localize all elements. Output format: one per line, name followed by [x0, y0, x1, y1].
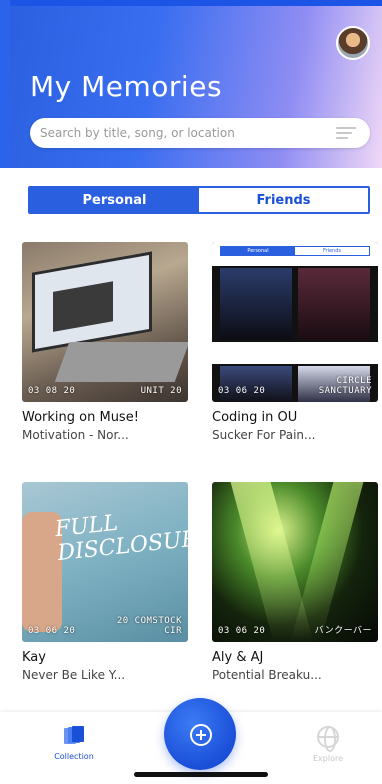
memory-title: Kay [22, 650, 46, 665]
page-title: My Memories [30, 70, 223, 103]
memory-location: バンクーバー [314, 626, 372, 636]
collection-icon [64, 726, 84, 746]
status-bar [0, 0, 382, 6]
collection-tabs: Personal Friends [28, 186, 370, 214]
memory-thumbnail[interactable]: 03 08 20 UNIT 20 [22, 242, 188, 402]
memory-card[interactable]: FULL DISCLOSURE 03 06 20 20 COMSTOCK CIR… [22, 482, 188, 682]
nav-explore-label: Explore [312, 754, 344, 763]
memory-location: 20 COMSTOCK CIR [116, 616, 182, 636]
nav-explore[interactable]: Explore [298, 726, 358, 763]
memory-title: Working on Muse! [22, 410, 139, 425]
memory-song: Sucker For Pain... [212, 428, 316, 442]
tab-personal[interactable]: Personal [30, 188, 199, 212]
memory-card[interactable]: 03 08 20 UNIT 20 Working on Muse! Motiva… [22, 242, 188, 442]
memory-card[interactable]: Personal Friends 03 06 20 CIRCLE SANCTUA… [212, 242, 378, 442]
nested-photo [298, 268, 370, 340]
memory-location: UNIT 20 [140, 386, 182, 396]
memory-card[interactable]: 03 06 20 バンクーバー Aly & AJ Potential Break… [212, 482, 378, 682]
nested-photo [220, 268, 292, 340]
stage-light [290, 482, 364, 642]
avatar[interactable] [336, 26, 370, 60]
laptop-keyboard [54, 342, 188, 382]
header: My Memories [0, 0, 382, 168]
laptop-screen [32, 251, 152, 353]
memory-date: 03 06 20 [218, 386, 266, 396]
memory-thumbnail[interactable]: 03 06 20 バンクーバー [212, 482, 378, 642]
nested-tab-personal: Personal [221, 247, 295, 255]
nested-tab-friends: Friends [295, 247, 369, 255]
memory-thumbnail[interactable]: FULL DISCLOSURE 03 06 20 20 COMSTOCK CIR [22, 482, 188, 642]
search-input[interactable] [40, 126, 320, 140]
memory-song: Motivation - Nor... [22, 428, 129, 442]
memory-date: 03 08 20 [28, 386, 76, 396]
filter-icon[interactable] [336, 127, 356, 139]
nested-tabs: Personal Friends [220, 246, 370, 256]
memory-thumbnail[interactable]: Personal Friends 03 06 20 CIRCLE SANCTUA… [212, 242, 378, 402]
add-memory-button[interactable] [164, 698, 236, 770]
plus-icon [190, 724, 212, 746]
memory-date: 03 06 20 [28, 626, 76, 636]
book-cover-text: FULL DISCLOSURE [53, 510, 188, 567]
memory-location: CIRCLE SANCTUARY [318, 376, 372, 396]
header-edge [0, 0, 10, 168]
home-indicator [134, 772, 268, 777]
memory-title: Aly & AJ [212, 650, 264, 665]
search-bar[interactable] [30, 118, 370, 148]
memory-song: Never Be Like Y... [22, 668, 126, 682]
globe-icon [317, 726, 339, 752]
nav-collection-label: Collection [54, 752, 94, 761]
nested-photo [220, 366, 292, 402]
tab-friends[interactable]: Friends [199, 188, 368, 212]
memory-date: 03 06 20 [218, 626, 266, 636]
nav-collection[interactable]: Collection [44, 726, 104, 761]
memory-song: Potential Breaku... [212, 668, 322, 682]
memory-title: Coding in OU [212, 410, 298, 425]
